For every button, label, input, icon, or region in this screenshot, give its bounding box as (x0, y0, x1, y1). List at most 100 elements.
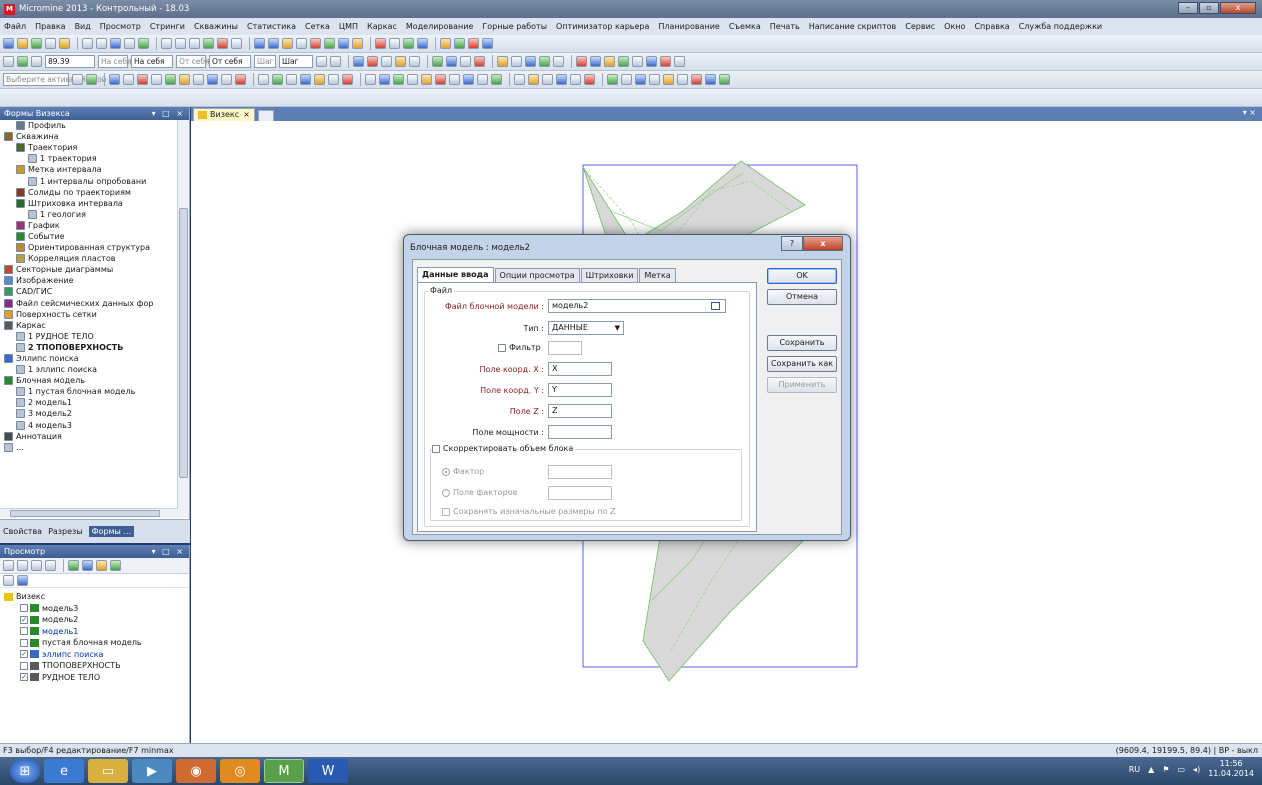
menu-item[interactable]: Печать (770, 22, 800, 31)
draw-m-icon[interactable] (286, 74, 297, 85)
arrow-left-icon[interactable] (316, 56, 327, 67)
tab-close-icon[interactable]: × (243, 109, 250, 121)
rotate-icon[interactable] (189, 38, 200, 49)
pane-tab[interactable]: Свойства (3, 527, 42, 536)
vp-h-icon[interactable] (110, 560, 121, 571)
script-icon[interactable] (417, 38, 428, 49)
open-icon[interactable] (17, 38, 28, 49)
edit-l-icon[interactable] (528, 74, 539, 85)
filter-checkbox-box[interactable] (498, 343, 506, 352)
table-icon[interactable] (110, 38, 121, 49)
dialog-close-button[interactable]: x (803, 236, 843, 251)
menu-item[interactable]: Каркас (367, 22, 397, 31)
dialog-help-button[interactable]: ? (781, 236, 803, 251)
dialog-tab[interactable]: Опции просмотра (494, 268, 580, 282)
edit-i-icon[interactable] (477, 74, 488, 85)
tray-arrow-icon[interactable]: ▲ (1148, 765, 1154, 774)
draw-n-icon[interactable] (300, 74, 311, 85)
x-field-input[interactable]: X (548, 362, 612, 376)
menu-item[interactable]: Просмотр (100, 22, 141, 31)
grid-icon[interactable] (268, 38, 279, 49)
wf-d-icon[interactable] (649, 74, 660, 85)
stop-icon[interactable] (375, 38, 386, 49)
draw-g-icon[interactable] (193, 74, 204, 85)
layer-item[interactable]: пустая блочная модель (2, 637, 189, 649)
pane-tab[interactable]: Формы ... (88, 526, 135, 537)
light-icon[interactable] (440, 38, 451, 49)
folder-icon[interactable] (59, 38, 70, 49)
clock[interactable]: 11:56 11.04.2014 (1208, 759, 1254, 779)
snap-icon[interactable] (511, 56, 522, 67)
tree-item[interactable]: 2 ТПОПОВЕРХНОСТЬ (0, 342, 178, 353)
highlight-icon[interactable] (395, 56, 406, 67)
edit-a-icon[interactable] (365, 74, 376, 85)
correct-volume-checkbox[interactable]: Скорректировать объем блока (432, 444, 576, 453)
menu-item[interactable]: Служба поддержки (1019, 22, 1102, 31)
edit-c-icon[interactable] (393, 74, 404, 85)
save-button[interactable]: Сохранить (767, 335, 837, 351)
edit-f-icon[interactable] (435, 74, 446, 85)
tab-new-window[interactable] (257, 110, 274, 121)
tool-e-icon[interactable] (632, 56, 643, 67)
tree-item[interactable]: Профиль (0, 120, 178, 131)
tree-item[interactable]: Скважина (0, 131, 178, 142)
play-icon[interactable] (403, 38, 414, 49)
tool-f-icon[interactable] (646, 56, 657, 67)
hatch-icon[interactable] (432, 56, 443, 67)
tree-item[interactable]: Изображение (0, 275, 178, 286)
menu-item[interactable]: Съемка (729, 22, 761, 31)
color-icon[interactable] (454, 38, 465, 49)
filter-checkbox[interactable]: Фильтр (498, 343, 541, 352)
chrome-taskbar-icon[interactable]: ◉ (176, 759, 216, 783)
draw-o-icon[interactable] (314, 74, 325, 85)
browse-icon[interactable] (711, 302, 720, 310)
edit-e-icon[interactable] (421, 74, 432, 85)
tree-item[interactable]: 1 эллипс поиска (0, 364, 178, 375)
factor-radio-dot[interactable] (442, 467, 450, 476)
y-field-input[interactable]: Y (548, 383, 612, 397)
menu-item[interactable]: Моделирование (406, 22, 474, 31)
word-taskbar-icon[interactable]: W (308, 759, 348, 783)
flag-icon[interactable]: ⚑ (1162, 765, 1169, 774)
ie-taskbar-icon[interactable]: e (44, 759, 84, 783)
layer-checkbox[interactable] (20, 627, 28, 636)
save-icon[interactable] (31, 38, 42, 49)
tree-item[interactable]: Событие (0, 231, 178, 242)
edit-p-icon[interactable] (584, 74, 595, 85)
axis-icon[interactable] (17, 56, 28, 67)
draw-l-icon[interactable] (272, 74, 283, 85)
menu-item[interactable]: Сетка (305, 22, 330, 31)
toward-field-b[interactable]: На себя (131, 55, 173, 68)
vp-c-icon[interactable] (31, 560, 42, 571)
target-icon[interactable] (367, 56, 378, 67)
maximize-button[interactable]: ▫ (1199, 2, 1219, 14)
menu-item[interactable]: Правка (35, 22, 65, 31)
layer-item[interactable]: ✓ модель2 (2, 614, 189, 626)
menu-item[interactable]: Планирование (658, 22, 719, 31)
triangle-icon[interactable] (525, 56, 536, 67)
tab-vizex[interactable]: Визекс × (193, 108, 255, 121)
wf-i-icon[interactable] (719, 74, 730, 85)
wf-c-icon[interactable] (635, 74, 646, 85)
factor-input[interactable] (548, 465, 612, 479)
media-taskbar-icon[interactable]: ▶ (132, 759, 172, 783)
explorer-taskbar-icon[interactable]: ▭ (88, 759, 128, 783)
zoom-icon[interactable] (161, 38, 172, 49)
forms-pane-controls[interactable]: ▾ □ × (152, 107, 185, 120)
settings-icon[interactable] (482, 38, 493, 49)
stamp-icon[interactable] (86, 74, 97, 85)
tree-item[interactable]: 1 пустая блочная модель (0, 386, 178, 397)
block-icon[interactable] (352, 38, 363, 49)
vp-j-icon[interactable] (17, 575, 28, 586)
draw-j-icon[interactable] (235, 74, 246, 85)
tab-bar-controls[interactable]: ▾ × (1243, 108, 1256, 117)
view-icon[interactable] (3, 56, 14, 67)
tree-item[interactable]: Солиды по траекториям (0, 187, 178, 198)
menu-item[interactable]: Сервис (905, 22, 935, 31)
tree-item[interactable]: Секторные диаграммы (0, 264, 178, 275)
clip-icon[interactable] (353, 56, 364, 67)
tree-item[interactable]: CAD/ГИС (0, 286, 178, 297)
power-field-input[interactable] (548, 425, 612, 439)
vp-e-icon[interactable] (68, 560, 79, 571)
wf-f-icon[interactable] (677, 74, 688, 85)
